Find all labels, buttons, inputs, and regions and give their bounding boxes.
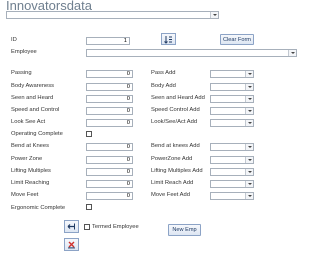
limit-reaching-field[interactable]: 0 <box>86 180 133 188</box>
ergonomic-complete-checkbox[interactable] <box>86 204 92 210</box>
body-add-dropdown-icon[interactable] <box>245 84 253 90</box>
move-feet-add-label: Move Feet Add <box>151 192 190 198</box>
speed-control-add-combo[interactable] <box>210 107 254 115</box>
body-add-combo[interactable] <box>210 83 254 91</box>
lifting-multiples-label: Lifting Multiples <box>11 168 51 174</box>
bend-at-knees-add-combo[interactable] <box>210 143 254 151</box>
lifting-multiples-add-combo[interactable] <box>210 168 254 176</box>
seen-and-heard-add-label: Seen and Heard Add <box>151 95 205 101</box>
seen-and-heard-field[interactable]: 0 <box>86 95 133 103</box>
seen-and-heard-add-dropdown-icon[interactable] <box>245 96 253 102</box>
clear-form-button[interactable]: Clear Form <box>220 34 254 45</box>
move-feet-add-combo[interactable] <box>210 192 254 200</box>
limit-reach-add-combo[interactable] <box>210 180 254 188</box>
speed-control-add-label: Speed Control Add <box>151 107 200 113</box>
sort-button[interactable] <box>161 33 176 45</box>
limit-reach-add-label: Limit Reach Add <box>151 180 194 186</box>
speed-control-add-dropdown-icon[interactable] <box>245 108 253 114</box>
bend-at-knees-add-label: Bend at knees Add <box>151 143 200 149</box>
id-field[interactable]: 1 <box>86 37 130 45</box>
body-awareness-field[interactable]: 0 <box>86 83 133 91</box>
delete-record-button[interactable] <box>64 238 79 251</box>
passing-field[interactable]: 0 <box>86 70 133 78</box>
look-see-act-add-combo[interactable] <box>210 119 254 127</box>
lifting-multiples-add-dropdown-icon[interactable] <box>245 169 253 175</box>
record-select-combo[interactable] <box>6 11 219 19</box>
seen-and-heard-add-combo[interactable] <box>210 95 254 103</box>
look-see-act-add-label: Look/See/Act Add <box>151 119 198 125</box>
ergonomic-complete-label: Ergonomic Complete <box>11 205 66 211</box>
power-zone-label: Power Zone <box>11 156 43 162</box>
look-see-act-label: Look See Act <box>11 119 46 125</box>
pass-add-dropdown-icon[interactable] <box>245 71 253 77</box>
save-record-icon <box>67 223 75 230</box>
operating-complete-checkbox[interactable] <box>86 131 92 137</box>
powerzone-add-dropdown-icon[interactable] <box>245 157 253 163</box>
body-add-label: Body Add <box>151 83 176 89</box>
powerzone-add-combo[interactable] <box>210 156 254 164</box>
employee-combo[interactable] <box>86 49 297 57</box>
termed-employee-checkbox[interactable] <box>84 224 90 230</box>
pass-add-label: Pass Add <box>151 70 176 76</box>
new-emp-button[interactable]: New Emp <box>168 224 201 236</box>
lifting-multiples-add-label: Lifting Multiples Add <box>151 168 203 174</box>
bend-at-knees-label: Bend at Knees <box>11 143 50 149</box>
employee-dropdown-icon[interactable] <box>288 50 296 56</box>
operating-complete-label: Operating Complete <box>11 131 63 137</box>
bend-at-knees-field[interactable]: 0 <box>86 143 133 151</box>
limit-reaching-label: Limit Reaching <box>11 180 50 186</box>
move-feet-add-dropdown-icon[interactable] <box>245 193 253 199</box>
employee-label: Employee <box>11 49 37 55</box>
look-see-act-add-dropdown-icon[interactable] <box>245 120 253 126</box>
move-feet-label: Move Feet <box>11 192 39 198</box>
bend-at-knees-add-dropdown-icon[interactable] <box>245 144 253 150</box>
move-feet-field[interactable]: 0 <box>86 192 133 200</box>
passing-label: Passing <box>11 70 32 76</box>
record-select-dropdown-icon[interactable] <box>210 12 218 18</box>
pass-add-combo[interactable] <box>210 70 254 78</box>
speed-and-control-label: Speed and Control <box>11 107 60 113</box>
powerzone-add-label: PowerZone Add <box>151 156 193 162</box>
body-awareness-label: Body Awareness <box>11 83 55 89</box>
sort-ascending-icon <box>164 35 172 44</box>
limit-reach-add-dropdown-icon[interactable] <box>245 181 253 187</box>
seen-and-heard-label: Seen and Heard <box>11 95 54 101</box>
lifting-multiples-field[interactable]: 0 <box>86 168 133 176</box>
delete-record-icon <box>68 241 75 249</box>
termed-employee-label: Termed Employee <box>92 224 139 230</box>
speed-and-control-field[interactable]: 0 <box>86 107 133 115</box>
id-label: ID <box>11 37 17 43</box>
save-record-button[interactable] <box>64 220 79 233</box>
form-header: Innovatorsdata <box>0 0 300 22</box>
power-zone-field[interactable]: 0 <box>86 156 133 164</box>
look-see-act-field[interactable]: 0 <box>86 119 133 127</box>
